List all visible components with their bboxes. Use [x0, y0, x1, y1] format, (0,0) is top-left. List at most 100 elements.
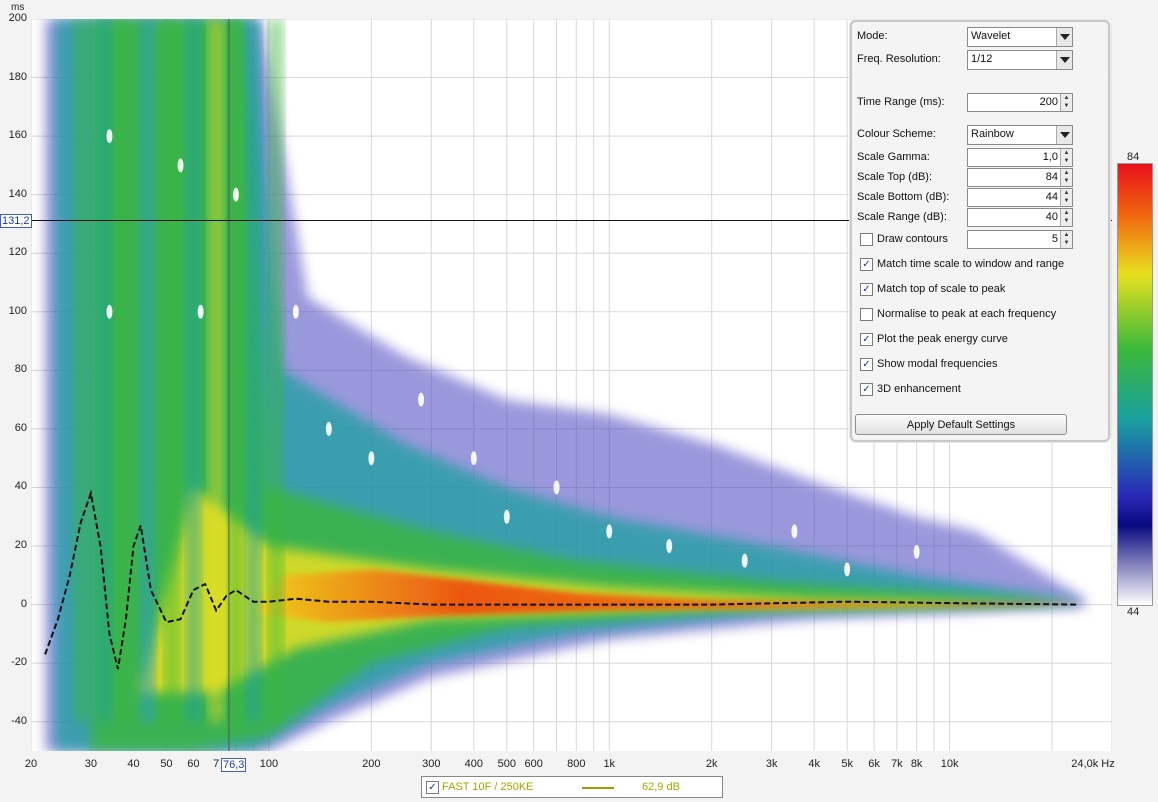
scale-top-label: Scale Top (dB): — [857, 171, 933, 183]
freq-resolution-row: Freq. Resolution: 1/12 — [857, 50, 1105, 70]
heat-node-hole — [791, 524, 798, 539]
option-checkbox[interactable] — [860, 308, 873, 321]
option-checkbox[interactable]: ✓ — [860, 358, 873, 371]
heat-node-hole — [177, 158, 184, 173]
option-label: Show modal frequencies — [877, 358, 998, 370]
legend: ✓ FAST 10F / 250KE 62,9 dB — [421, 776, 723, 798]
heat-node-hole — [553, 480, 560, 495]
scale-gamma-value: 1,0 — [1042, 151, 1058, 163]
y-tick-label: -20 — [11, 656, 27, 669]
scale-range-label: Scale Range (dB): — [857, 211, 947, 223]
heat-modal-streak — [98, 19, 113, 722]
x-tick-label: 24,0k Hz — [1071, 758, 1115, 770]
y-tick-label: 20 — [14, 539, 27, 552]
y-tick-label: 120 — [8, 246, 27, 259]
spinner-arrows-icon[interactable]: ▲ ▼ — [1060, 169, 1072, 186]
scale-gamma-row: Scale Gamma: 1,0 ▲ ▼ — [857, 148, 1105, 168]
option-label: Match time scale to window and range — [877, 258, 1065, 270]
scale-bottom-value: 44 — [1045, 191, 1058, 203]
x-tick-label: 100 — [259, 758, 279, 770]
heat-modal-streak — [209, 19, 224, 722]
mode-select[interactable]: Wavelet — [967, 27, 1073, 47]
x-tick-label: 50 — [160, 758, 173, 770]
option-checkbox[interactable]: ✓ — [860, 258, 873, 271]
draw-contours-checkbox[interactable] — [860, 233, 873, 246]
mode-value: Wavelet — [971, 30, 1011, 42]
heat-node-hole — [325, 421, 332, 436]
spinner-arrows-icon[interactable]: ▲ ▼ — [1060, 189, 1072, 206]
x-tick-label: 7 — [213, 758, 220, 770]
y-tick-label: -40 — [11, 714, 27, 727]
chevron-down-icon[interactable] — [1056, 51, 1072, 69]
y-tick-label: 40 — [14, 480, 27, 493]
time-range-input[interactable]: 200 ▲ ▼ — [967, 93, 1073, 112]
option-row: ✓ Show modal frequencies — [857, 355, 1105, 375]
y-axis-unit: ms — [11, 2, 25, 13]
heat-node-hole — [197, 304, 204, 319]
cursor-y-label[interactable]: 131,2 — [0, 214, 32, 228]
option-checkbox[interactable]: ✓ — [860, 283, 873, 296]
x-tick-label: 400 — [464, 758, 483, 770]
x-tick-label: 10k — [940, 758, 959, 770]
heat-node-hole — [844, 562, 851, 577]
option-label: Plot the peak energy curve — [877, 333, 1008, 345]
y-tick-label: 160 — [8, 129, 27, 142]
heat-node-hole — [666, 539, 673, 554]
x-tick-label: 4k — [808, 758, 820, 770]
scale-gamma-input[interactable]: 1,0 ▲ ▼ — [967, 148, 1073, 167]
option-row: Normalise to peak at each frequency — [857, 305, 1105, 325]
spinner-arrows-icon[interactable]: ▲ ▼ — [1060, 209, 1072, 226]
x-tick-label: 6k — [868, 758, 880, 770]
time-range-value: 200 — [1039, 96, 1058, 108]
heat-modal-streak — [228, 19, 243, 722]
cursor-x-label[interactable]: 76,3 — [221, 758, 247, 772]
option-checkbox[interactable]: ✓ — [860, 383, 873, 396]
y-tick-label: 200 — [8, 12, 27, 24]
series-visibility-checkbox[interactable]: ✓ — [426, 781, 439, 794]
freq-resolution-select[interactable]: 1/12 — [967, 50, 1073, 70]
draw-contours-row: Draw contours 5 ▲ ▼ — [857, 230, 1105, 250]
scale-range-input[interactable]: 40 ▲ ▼ — [967, 208, 1073, 227]
x-tick-label: 500 — [497, 758, 516, 770]
apply-default-settings-button[interactable]: Apply Default Settings — [855, 414, 1067, 435]
y-tick-label: 100 — [8, 304, 27, 317]
spinner-arrows-icon[interactable]: ▲ ▼ — [1060, 231, 1072, 248]
scale-top-row: Scale Top (dB): 84 ▲ ▼ — [857, 168, 1105, 188]
y-tick-label: 180 — [8, 70, 27, 83]
spinner-arrows-icon[interactable]: ▲ ▼ — [1060, 149, 1072, 166]
x-tick-label: 800 — [567, 758, 586, 770]
chevron-down-icon[interactable] — [1056, 126, 1072, 144]
heat-node-hole — [503, 509, 510, 524]
option-row: ✓ Match time scale to window and range — [857, 255, 1105, 275]
scale-range-value: 40 — [1045, 211, 1058, 223]
colour-scheme-select[interactable]: Rainbow — [967, 125, 1073, 145]
x-tick-label: 200 — [362, 758, 381, 770]
scale-top-input[interactable]: 84 ▲ ▼ — [967, 168, 1073, 187]
time-range-row: Time Range (ms): 200 ▲ ▼ — [857, 93, 1105, 113]
heat-modal-streak — [165, 19, 180, 722]
scale-bottom-input[interactable]: 44 ▲ ▼ — [967, 188, 1073, 207]
colour-scheme-row: Colour Scheme: Rainbow — [857, 125, 1105, 145]
legend-series-label: FAST 10F / 250KE — [442, 781, 534, 793]
y-tick-label: 0 — [20, 597, 27, 610]
spinner-arrows-icon[interactable]: ▲ ▼ — [1060, 94, 1072, 111]
heat-node-hole — [292, 304, 299, 319]
y-tick-label: 80 — [14, 363, 27, 376]
y-tick-label: 60 — [14, 421, 27, 434]
draw-contours-input[interactable]: 5 ▲ ▼ — [967, 230, 1073, 249]
heat-modal-streak — [73, 19, 88, 722]
legend-series-value: 62,9 dB — [642, 781, 680, 793]
heat-node-hole — [232, 187, 239, 202]
mode-label: Mode: — [857, 30, 888, 42]
scale-bottom-label: Scale Bottom (dB): — [857, 191, 950, 203]
mode-row: Mode: Wavelet — [857, 27, 1105, 47]
chevron-down-icon[interactable] — [1056, 28, 1072, 46]
x-tick-label: 1k — [603, 758, 616, 770]
heat-node-hole — [606, 524, 613, 539]
colour-scheme-label: Colour Scheme: — [857, 128, 936, 140]
heat-node-hole — [470, 451, 477, 466]
option-checkbox[interactable]: ✓ — [860, 333, 873, 346]
draw-contours-label: Draw contours — [877, 233, 948, 245]
x-tick-label: 2k — [705, 758, 718, 770]
option-row: ✓ 3D enhancement — [857, 380, 1105, 400]
